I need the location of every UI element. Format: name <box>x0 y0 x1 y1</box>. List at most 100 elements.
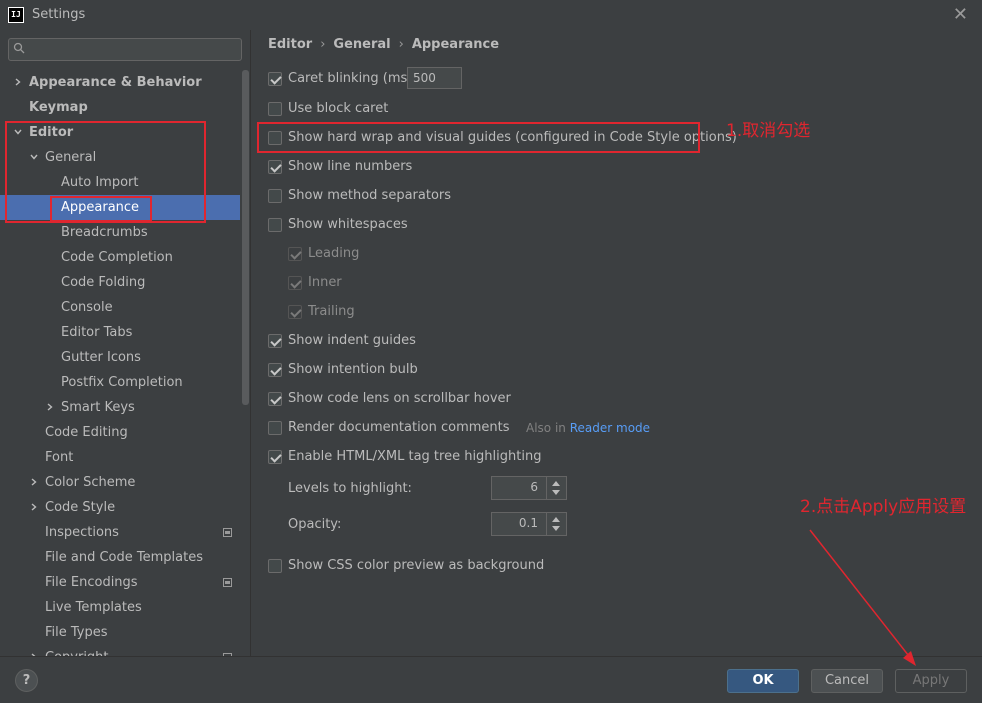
help-button[interactable]: ? <box>15 669 38 692</box>
spinner-down-icon[interactable] <box>552 526 560 531</box>
css-color-checkbox[interactable] <box>268 559 282 573</box>
inner-option: Inner <box>288 273 408 293</box>
sidebar-item-postfix-completion[interactable]: Postfix Completion <box>0 370 240 395</box>
sidebar-item-label: Editor <box>29 125 74 140</box>
caret-blinking-ms-input[interactable]: 500 <box>407 67 462 89</box>
render-docs-option[interactable]: Render documentation comments Also in Re… <box>268 418 650 438</box>
indent-guides-label: Show indent guides <box>288 333 416 348</box>
sidebar-item-file-types[interactable]: File Types <box>0 620 240 645</box>
chevron-down-icon[interactable] <box>30 153 38 161</box>
close-icon[interactable]: ✕ <box>953 4 968 25</box>
spinner-down-icon[interactable] <box>552 490 560 495</box>
line-numbers-option[interactable]: Show line numbers <box>268 157 468 177</box>
chevron-right-icon[interactable] <box>30 503 38 511</box>
line-numbers-checkbox[interactable] <box>268 160 282 174</box>
sidebar-item-label: Smart Keys <box>61 400 135 415</box>
whitespaces-checkbox[interactable] <box>268 218 282 232</box>
intention-bulb-checkbox[interactable] <box>268 363 282 377</box>
line-numbers-label: Show line numbers <box>288 159 413 174</box>
apply-button[interactable]: Apply <box>895 669 967 693</box>
sidebar-item-file-encodings[interactable]: File Encodings <box>0 570 240 595</box>
code-lens-option[interactable]: Show code lens on scrollbar hover <box>268 389 528 409</box>
leading-checkbox <box>288 247 302 261</box>
sidebar-item-label: Code Completion <box>61 250 173 265</box>
sidebar-item-editor-tabs[interactable]: Editor Tabs <box>0 320 240 345</box>
sidebar-item-auto-import[interactable]: Auto Import <box>0 170 240 195</box>
sidebar-item-gutter-icons[interactable]: Gutter Icons <box>0 345 240 370</box>
opacity-stepper[interactable] <box>546 513 566 535</box>
hard-wrap-option[interactable]: Show hard wrap and visual guides (config… <box>268 128 737 148</box>
tag-tree-checkbox[interactable] <box>268 450 282 464</box>
sidebar-item-smart-keys[interactable]: Smart Keys <box>0 395 240 420</box>
levels-stepper[interactable] <box>546 477 566 499</box>
sidebar-item-keymap[interactable]: Keymap <box>0 95 240 120</box>
inner-label: Inner <box>308 275 342 290</box>
sidebar-item-copyright[interactable]: Copyright <box>0 645 240 656</box>
trailing-label: Trailing <box>308 304 355 319</box>
sidebar-item-label: File Types <box>45 625 108 640</box>
sidebar-item-inspections[interactable]: Inspections <box>0 520 240 545</box>
whitespaces-option[interactable]: Show whitespaces <box>268 215 468 235</box>
annotation-step2: 2.点击Apply应用设置 <box>800 497 967 517</box>
render-docs-label: Render documentation comments <box>288 420 510 435</box>
sidebar-item-code-editing[interactable]: Code Editing <box>0 420 240 445</box>
sidebar-item-label: Appearance & Behavior <box>29 75 202 90</box>
caret-blinking-checkbox[interactable] <box>268 72 282 86</box>
sidebar-item-editor[interactable]: Editor <box>0 120 240 145</box>
breadcrumb-general[interactable]: General <box>333 37 390 52</box>
reader-mode-link[interactable]: Reader mode <box>570 421 650 435</box>
sidebar-item-breadcrumbs[interactable]: Breadcrumbs <box>0 220 240 245</box>
levels-spinner[interactable]: 6 <box>491 476 567 500</box>
tag-tree-option[interactable]: Enable HTML/XML tag tree highlighting <box>268 447 548 467</box>
search-input[interactable] <box>8 38 242 61</box>
levels-value[interactable]: 6 <box>530 480 538 494</box>
sidebar-item-general[interactable]: General <box>0 145 240 170</box>
css-color-option[interactable]: Show CSS color preview as background <box>268 556 548 576</box>
ok-button[interactable]: OK <box>727 669 799 693</box>
sidebar-item-appearance[interactable]: Appearance <box>0 195 240 220</box>
sidebar-item-label: Live Templates <box>45 600 142 615</box>
sidebar-item-font[interactable]: Font <box>0 445 240 470</box>
code-lens-checkbox[interactable] <box>268 392 282 406</box>
caret-blinking-label: Caret blinking (ms): <box>288 71 417 86</box>
sidebar-item-label: Auto Import <box>61 175 139 190</box>
title-bar: IJ Settings ✕ <box>0 0 982 30</box>
indent-guides-option[interactable]: Show indent guides <box>268 331 468 351</box>
sidebar-item-label: Appearance <box>61 200 140 215</box>
sidebar-item-code-folding[interactable]: Code Folding <box>0 270 240 295</box>
sidebar-item-appearance-behavior[interactable]: Appearance & Behavior <box>0 70 240 95</box>
breadcrumb-separator: › <box>398 37 404 52</box>
breadcrumb-editor[interactable]: Editor <box>268 37 312 52</box>
method-separators-checkbox[interactable] <box>268 189 282 203</box>
chevron-down-icon[interactable] <box>14 128 22 136</box>
chevron-right-icon[interactable] <box>30 478 38 486</box>
also-in-hint: Also in Reader mode <box>526 418 650 438</box>
chevron-right-icon[interactable] <box>46 403 54 411</box>
sidebar-item-live-templates[interactable]: Live Templates <box>0 595 240 620</box>
block-caret-checkbox[interactable] <box>268 102 282 116</box>
opacity-value[interactable]: 0.1 <box>519 516 538 530</box>
spinner-up-icon[interactable] <box>552 517 560 522</box>
sidebar-item-color-scheme[interactable]: Color Scheme <box>0 470 240 495</box>
leading-label: Leading <box>308 246 360 261</box>
sidebar-item-file-and-code-templates[interactable]: File and Code Templates <box>0 545 240 570</box>
chevron-right-icon[interactable] <box>14 78 22 86</box>
hard-wrap-checkbox[interactable] <box>268 131 282 145</box>
opacity-label: Opacity: <box>288 517 342 532</box>
settings-content: Editor › General › Appearance Caret blinking… <box>250 30 982 656</box>
method-separators-label: Show method separators <box>288 188 452 203</box>
opacity-spinner[interactable]: 0.1 <box>491 512 567 536</box>
render-docs-checkbox[interactable] <box>268 421 282 435</box>
sidebar-item-console[interactable]: Console <box>0 295 240 320</box>
cancel-button[interactable]: Cancel <box>811 669 883 693</box>
indent-guides-checkbox[interactable] <box>268 334 282 348</box>
method-separators-option[interactable]: Show method separators <box>268 186 468 206</box>
sidebar-scrollbar[interactable] <box>242 70 249 405</box>
breadcrumb: Editor › General › Appearance <box>268 37 499 52</box>
intention-bulb-option[interactable]: Show intention bulb <box>268 360 468 380</box>
sidebar-item-code-style[interactable]: Code Style <box>0 495 240 520</box>
block-caret-option[interactable]: Use block caret <box>268 99 468 119</box>
spinner-up-icon[interactable] <box>552 481 560 486</box>
sidebar-item-label: Console <box>61 300 113 315</box>
sidebar-item-code-completion[interactable]: Code Completion <box>0 245 240 270</box>
